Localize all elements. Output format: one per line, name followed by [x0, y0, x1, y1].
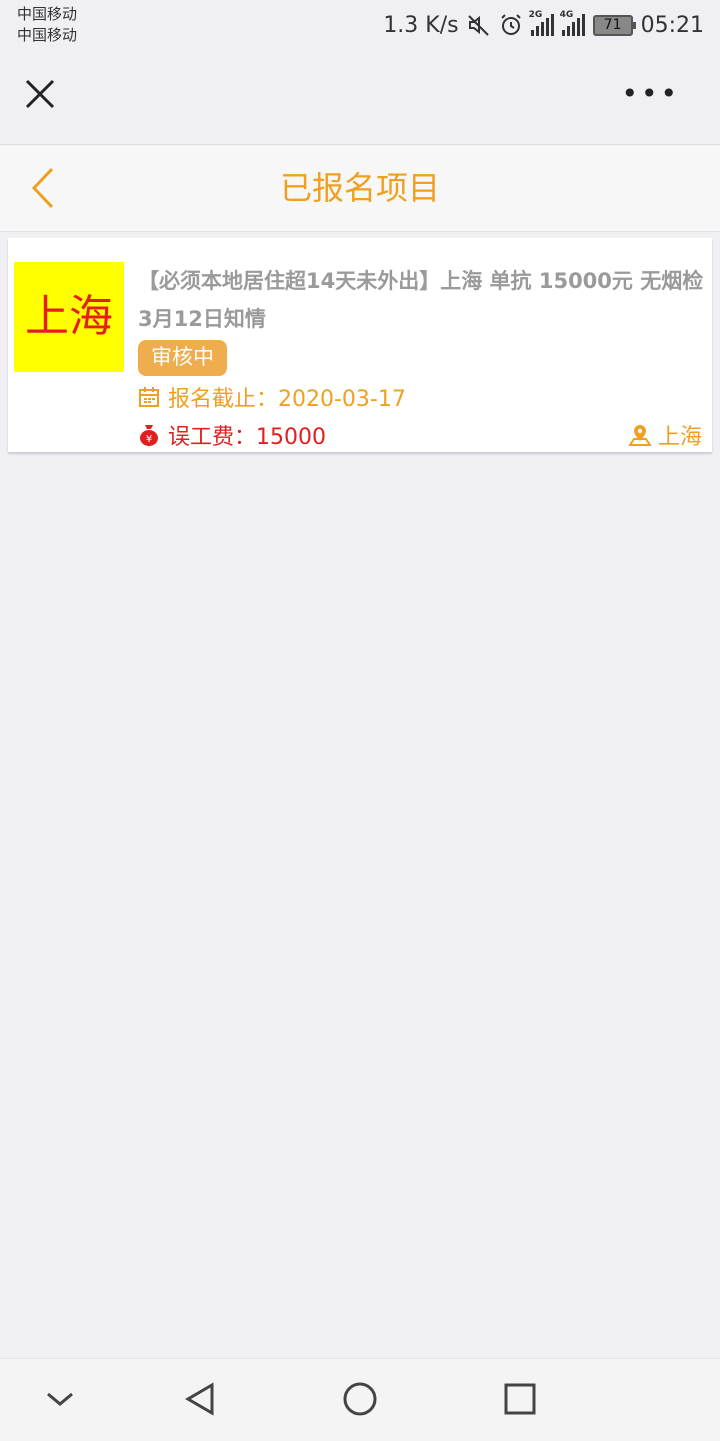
location-text: 上海 [657, 425, 702, 450]
network-speed: 1.3 K/s [383, 12, 459, 38]
location-pin-icon [628, 425, 652, 446]
nav-back-icon[interactable] [180, 1379, 220, 1419]
status-badge: 审核中 [138, 340, 227, 376]
status-bar: 中国移动 中国移动 1.3 K/s 2G 4G 71 05:21 [0, 0, 720, 50]
fee-row: ¥ 误工费：15000 [138, 418, 326, 452]
location-row: 上海 [628, 418, 702, 452]
mute-icon [467, 15, 489, 36]
collapse-icon[interactable] [40, 1379, 80, 1419]
alarm-icon [500, 14, 521, 35]
carrier-2: 中国移动 [17, 26, 78, 44]
project-title: 【必须本地居住超14天未外出】上海 单抗 15000元 无烟检 3月12日知情 [138, 269, 704, 331]
close-icon[interactable] [22, 76, 58, 112]
network-type-2: 4G [559, 10, 574, 20]
page-title: 已报名项目 [279, 169, 440, 207]
nav-recents-icon[interactable] [500, 1379, 540, 1419]
signal-1-icon: 2G [529, 10, 554, 36]
deadline-text: 报名截止：2020-03-17 [168, 387, 406, 412]
nav-home-icon[interactable] [340, 1379, 380, 1419]
battery-icon: 71 [592, 14, 636, 36]
system-nav-bar [0, 1358, 720, 1441]
money-bag-icon: ¥ [140, 425, 158, 446]
svg-text:¥: ¥ [146, 434, 152, 445]
calendar-icon [139, 387, 159, 407]
network-type-1: 2G [528, 10, 543, 20]
page-header: 已报名项目 [0, 145, 720, 232]
carrier-1: 中国移动 [17, 5, 78, 23]
project-thumbnail: 上海 [14, 262, 124, 372]
project-card[interactable]: 上海 【必须本地居住超14天未外出】上海 单抗 15000元 无烟检 3月12日… [8, 238, 712, 452]
deadline-row: 报名截止：2020-03-17 [138, 380, 406, 414]
fee-text: 误工费：15000 [168, 425, 326, 450]
signal-2-icon: 4G [560, 10, 585, 36]
clock: 05:21 [640, 12, 704, 38]
webview-topbar: ••• [0, 50, 720, 145]
